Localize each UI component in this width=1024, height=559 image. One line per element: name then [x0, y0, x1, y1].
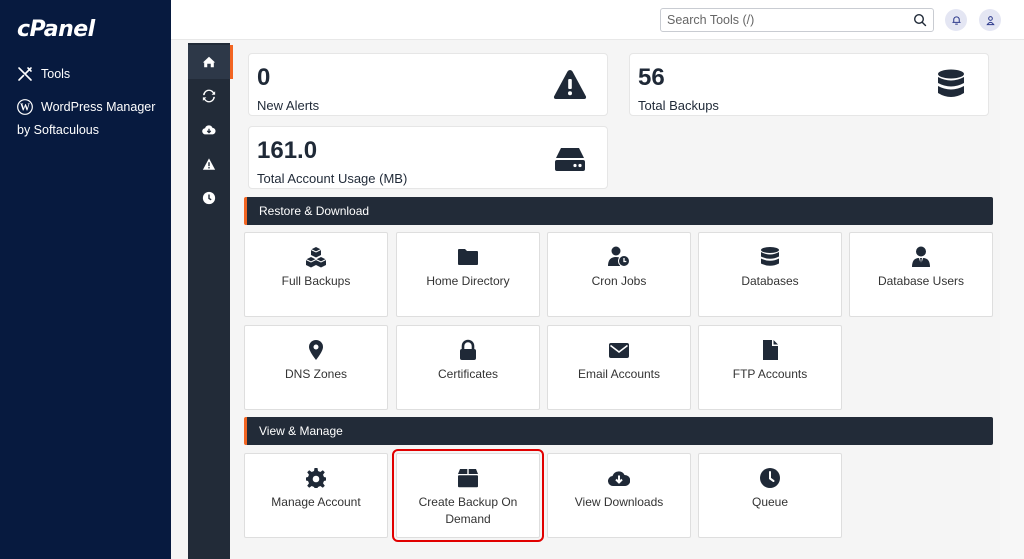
tile-label: Queue [751, 495, 789, 509]
rail-item-restore[interactable] [188, 79, 230, 113]
stat-value: 161.0 [257, 137, 318, 164]
tile-databases[interactable]: Databases [698, 232, 842, 317]
search-icon[interactable] [913, 13, 927, 27]
map-marker-icon [309, 340, 323, 360]
tile-label: Full Backups [281, 274, 351, 288]
tools-icon [18, 67, 32, 81]
tile-label: Email Accounts [577, 367, 661, 381]
stat-value: 0 [257, 64, 271, 91]
clock-icon [760, 468, 780, 488]
top-bar [171, 0, 1024, 40]
sidebar-item-label: Tools [41, 67, 71, 81]
box-icon [458, 469, 478, 488]
tile-label: Databases [741, 274, 799, 288]
notifications-button[interactable] [945, 9, 967, 31]
rail-item-home[interactable] [188, 45, 233, 79]
rail-item-alerts[interactable] [188, 147, 230, 181]
sidebar-item-sublabel[interactable]: by Softaculous [17, 123, 99, 137]
tile-database-users[interactable]: Database Users [849, 232, 993, 317]
tile-home-directory[interactable]: Home Directory [396, 232, 540, 317]
user-clock-icon [608, 246, 630, 267]
tile-label: Certificates [437, 367, 499, 381]
tile-label: FTP Accounts [732, 367, 808, 381]
stat-value: 56 [638, 64, 665, 91]
hard-drive-icon [555, 148, 585, 171]
rail-item-downloads[interactable] [188, 113, 230, 147]
tile-view-downloads[interactable]: View Downloads [547, 453, 691, 538]
warning-icon [202, 158, 216, 170]
page-edge [1000, 40, 1024, 559]
sync-icon [202, 89, 216, 103]
envelope-icon [609, 343, 629, 358]
tile-email-accounts[interactable]: Email Accounts [547, 325, 691, 410]
home-icon [202, 56, 216, 68]
stat-card-account-usage[interactable]: 161.0 Total Account Usage (MB) [248, 126, 608, 189]
sidebar-item-tools[interactable]: Tools [17, 66, 70, 82]
database-icon [761, 247, 779, 266]
stat-label: Total Backups [638, 98, 719, 113]
section-header-restore-download: Restore & Download [244, 197, 993, 225]
tile-label: Manage Account [271, 495, 361, 509]
tile-label: Home Directory [426, 274, 510, 288]
stat-label: New Alerts [257, 98, 320, 113]
bell-icon [951, 15, 961, 25]
database-icon [938, 69, 964, 97]
search-box[interactable] [660, 8, 934, 32]
tile-ftp-accounts[interactable]: FTP Accounts [698, 325, 842, 410]
backup-nav-rail [188, 43, 233, 559]
tile-cron-jobs[interactable]: Cron Jobs [547, 232, 691, 317]
tile-certificates[interactable]: Certificates [396, 325, 540, 410]
stat-card-total-backups[interactable]: 56 Total Backups [629, 53, 989, 116]
wordpress-icon: W [17, 99, 33, 115]
clock-icon [202, 191, 216, 205]
tile-create-backup-on-demand[interactable]: Create Backup On Demand [392, 449, 544, 542]
tile-manage-account[interactable]: Manage Account [244, 453, 388, 538]
user-tie-icon [912, 246, 930, 267]
tile-label: Create Backup On Demand [418, 495, 518, 526]
tile-dns-zones[interactable]: DNS Zones [244, 325, 388, 410]
sidebar-item-wordpress-manager[interactable]: W WordPress Manager [17, 99, 155, 115]
gear-icon [306, 468, 326, 488]
tile-label: Cron Jobs [591, 274, 647, 288]
folder-icon [458, 249, 478, 265]
cubes-icon [305, 247, 327, 268]
cpanel-logo[interactable]: cPanel [17, 17, 95, 42]
sidebar-item-label: WordPress Manager [41, 100, 156, 114]
stat-label: Total Account Usage (MB) [257, 171, 408, 186]
tile-label: View Downloads [574, 495, 664, 509]
user-icon [985, 15, 995, 25]
lock-icon [460, 339, 476, 360]
warning-icon [553, 70, 587, 99]
search-input[interactable] [667, 13, 913, 27]
tile-label: DNS Zones [284, 367, 348, 381]
user-menu-button[interactable] [979, 9, 1001, 31]
tile-full-backups[interactable]: Full Backups [244, 232, 388, 317]
svg-text:W: W [20, 103, 30, 114]
stat-card-new-alerts[interactable]: 0 New Alerts [248, 53, 608, 116]
tile-queue[interactable]: Queue [698, 453, 842, 538]
rail-item-history[interactable] [188, 181, 230, 215]
cloud-download-icon [202, 125, 216, 135]
sidebar: cPanel Tools W WordPress Manager by Soft… [0, 0, 171, 559]
section-header-view-manage: View & Manage [244, 417, 993, 445]
file-icon [763, 340, 778, 360]
cloud-download-icon [608, 471, 630, 487]
tile-label: Database Users [877, 274, 965, 288]
